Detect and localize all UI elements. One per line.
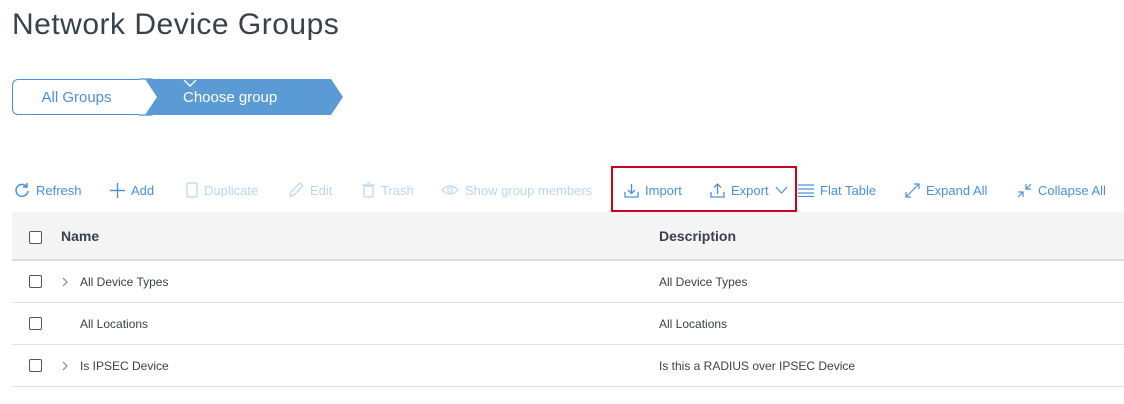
flat-table-button[interactable]: Flat Table [798,176,876,204]
row-name: All Device Types [80,274,169,289]
breadcrumb-choose-group[interactable]: Choose group [145,79,343,115]
eye-icon [441,185,459,195]
groups-table: Name Description All Device Types All De… [12,212,1124,387]
flat-table-label: Flat Table [820,182,877,198]
row-description: Is this a RADIUS over IPSEC Device [659,358,856,373]
show-group-members-label: Show group members [465,182,593,198]
collapse-icon [1017,183,1032,197]
export-icon [710,182,725,198]
expand-all-label: Expand All [926,182,988,198]
show-group-members-button[interactable]: Show group members [441,176,592,204]
refresh-label: Refresh [36,182,82,198]
breadcrumb-all-groups[interactable]: All Groups [12,79,152,115]
export-button[interactable]: Export [710,176,788,204]
import-button[interactable]: Import [624,176,682,204]
row-name: All Locations [80,316,149,331]
list-icon [798,183,814,197]
trash-label: Trash [381,182,414,198]
import-icon [624,183,639,198]
column-header-name[interactable]: Name [61,212,99,259]
duplicate-label: Duplicate [204,182,259,198]
edit-button[interactable]: Edit [288,176,332,204]
export-label: Export [731,182,769,198]
table-row[interactable]: All Locations All Locations [12,303,1124,345]
collapse-all-button[interactable]: Collapse All [1017,176,1106,204]
page-title: Network Device Groups [12,8,340,41]
chevron-right-icon[interactable] [59,359,71,373]
trash-icon [362,182,375,198]
plus-icon [110,182,125,198]
add-label: Add [131,182,155,198]
duplicate-icon [186,182,198,198]
column-header-description[interactable]: Description [659,212,736,259]
row-checkbox[interactable] [29,317,42,330]
collapse-all-label: Collapse All [1038,182,1106,198]
duplicate-button[interactable]: Duplicate [186,176,258,204]
row-checkbox[interactable] [29,275,42,288]
expand-icon [905,182,920,198]
table-row[interactable]: Is IPSEC Device Is this a RADIUS over IP… [12,345,1124,387]
edit-label: Edit [310,182,333,198]
trash-button[interactable]: Trash [362,176,414,204]
table-row[interactable]: All Device Types All Device Types [12,261,1124,303]
row-name: Is IPSEC Device [80,358,169,373]
row-checkbox[interactable] [29,359,42,372]
refresh-icon [15,183,29,198]
breadcrumb-all-groups-label: All Groups [41,88,112,106]
select-all-checkbox[interactable] [29,231,42,244]
row-description: All Locations [659,316,728,331]
refresh-button[interactable]: Refresh [14,176,82,204]
row-description: All Device Types [659,274,748,289]
import-label: Import [645,182,682,198]
chevron-down-icon [183,79,197,87]
breadcrumb-choose-group-label: Choose group [183,88,278,106]
expand-all-button[interactable]: Expand All [905,176,987,204]
toolbar: Refresh Add Duplicate Edit Trash Show gr… [12,176,1122,204]
pencil-icon [289,182,304,197]
chevron-right-icon[interactable] [59,275,71,289]
add-button[interactable]: Add [110,176,154,204]
chevron-down-icon [775,186,788,194]
table-header: Name Description [12,212,1124,261]
